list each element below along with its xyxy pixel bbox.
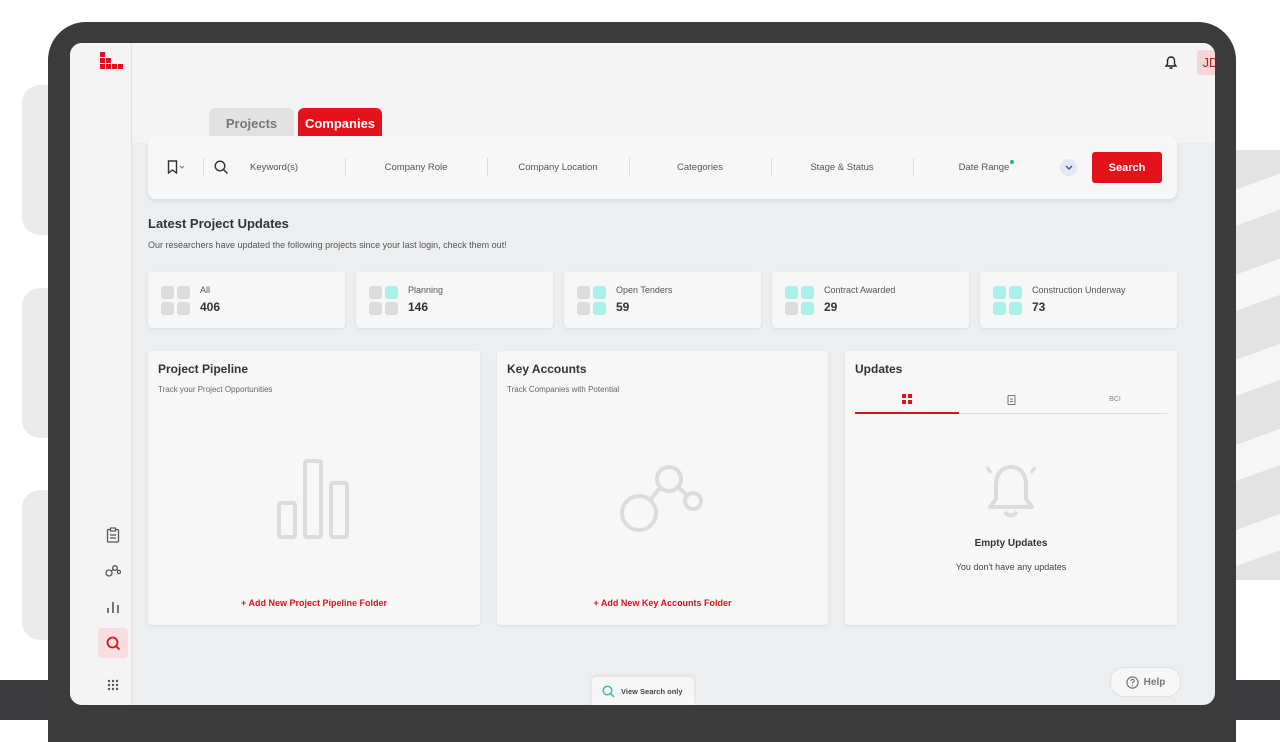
stat-card-all[interactable]: All 406 (148, 272, 345, 328)
project-pipeline-panel: Project Pipeline Track your Project Oppo… (148, 351, 480, 625)
stat-card-contract-awarded[interactable]: Contract Awarded 29 (772, 272, 969, 328)
stat-label: Open Tenders (616, 285, 673, 295)
sidebar (70, 43, 132, 705)
empty-state-message: You don't have any updates (955, 562, 1067, 572)
sidebar-item-search[interactable] (98, 628, 128, 658)
clipboard-icon (106, 527, 120, 543)
view-search-label: View Search only (621, 686, 683, 696)
view-search-only-button[interactable]: View Search only (592, 677, 694, 705)
section-title: Latest Project Updates (148, 216, 289, 231)
add-pipeline-folder-label: Add New Project Pipeline Folder (248, 598, 387, 608)
stat-value: 73 (1032, 300, 1046, 314)
tab-updates-projects[interactable] (959, 385, 1063, 413)
search-bar: Keyword(s) Company Role Company Location… (148, 136, 1177, 199)
bell-icon[interactable] (1163, 55, 1179, 71)
stat-value: 29 (824, 300, 838, 314)
panel-subtitle: Track your Project Opportunities (158, 385, 273, 394)
add-pipeline-folder-link[interactable]: + Add New Project Pipeline Folder (148, 598, 480, 608)
stage-icon (369, 286, 399, 316)
top-bar: JD Projects Companies (131, 43, 1215, 143)
stage-icon (993, 286, 1023, 316)
app-screen: JD Projects Companies Keyword(s) Company… (70, 43, 1215, 705)
date-range-filter[interactable]: Date Range (925, 162, 1043, 173)
brand-logo[interactable] (100, 52, 126, 74)
stat-label: All (200, 285, 211, 295)
search-icon (602, 684, 615, 698)
bar-chart-icon (107, 602, 119, 613)
panel-subtitle: Track Companies with Potential (507, 385, 620, 394)
tab-projects[interactable]: Projects (209, 108, 294, 138)
company-role-filter[interactable]: Company Role (357, 162, 475, 173)
stat-value: 406 (200, 300, 221, 314)
help-button[interactable]: Help (1110, 667, 1181, 697)
connections-icon (105, 565, 121, 577)
updates-tabs: BCI (855, 385, 1167, 414)
add-key-accounts-folder-link[interactable]: + Add New Key Accounts Folder (497, 598, 828, 608)
expand-filters-button[interactable] (1060, 159, 1077, 176)
sidebar-item-apps[interactable] (98, 670, 128, 700)
company-location-filter[interactable]: Company Location (499, 162, 617, 173)
sidebar-item-analytics[interactable] (98, 592, 128, 622)
stage-icon (161, 286, 191, 316)
question-icon (1125, 675, 1139, 689)
panel-title: Key Accounts (507, 362, 587, 376)
stat-card-planning[interactable]: Planning 146 (356, 272, 553, 328)
stage-status-filter[interactable]: Stage & Status (783, 162, 901, 173)
bell-icon (985, 465, 1037, 518)
stat-card-open-tenders[interactable]: Open Tenders 59 (564, 272, 761, 328)
stat-value: 59 (616, 300, 630, 314)
grid-icon (902, 393, 912, 404)
empty-state-title: Empty Updates (974, 538, 1048, 549)
stat-label: Construction Underway (1032, 285, 1126, 295)
stage-icon (577, 286, 607, 316)
help-label: Help (1143, 676, 1166, 688)
plus-icon: + (593, 598, 601, 608)
stage-icon (785, 286, 815, 316)
connections-icon (620, 465, 703, 532)
tab-companies[interactable]: Companies (298, 108, 382, 138)
clipboard-icon (1007, 394, 1015, 405)
stat-value: 146 (408, 300, 429, 314)
grid-icon (107, 679, 119, 691)
chevron-down-icon (1065, 165, 1072, 170)
keyword-input[interactable]: Keyword(s) (250, 162, 298, 173)
bookmark-icon[interactable] (167, 160, 187, 174)
search-icon (106, 636, 120, 650)
key-accounts-panel: Key Accounts Track Companies with Potent… (497, 351, 828, 625)
tab-updates-bci[interactable]: BCI (1063, 385, 1167, 413)
filter-active-dot (1010, 160, 1014, 164)
panel-title: Updates (855, 362, 903, 376)
tab-updates-all[interactable] (855, 385, 959, 414)
search-button[interactable]: Search (1092, 152, 1162, 183)
add-key-accounts-folder-label: Add New Key Accounts Folder (600, 598, 732, 608)
categories-filter[interactable]: Categories (641, 162, 759, 173)
stat-label: Planning (408, 285, 444, 295)
updates-panel: Updates BCI Empty Updates You don't have… (845, 351, 1177, 625)
stat-label: Contract Awarded (824, 285, 896, 295)
sidebar-item-projects[interactable] (98, 520, 128, 550)
bar-chart-icon (277, 459, 349, 539)
stat-card-construction-underway[interactable]: Construction Underway 73 (980, 272, 1177, 328)
sidebar-item-key-accounts[interactable] (98, 556, 128, 586)
panel-title: Project Pipeline (158, 362, 249, 376)
search-icon (214, 160, 228, 174)
date-range-label: Date Range (958, 162, 1010, 173)
section-subtitle: Our researchers have updated the followi… (148, 240, 507, 250)
avatar[interactable]: JD (1197, 50, 1215, 75)
